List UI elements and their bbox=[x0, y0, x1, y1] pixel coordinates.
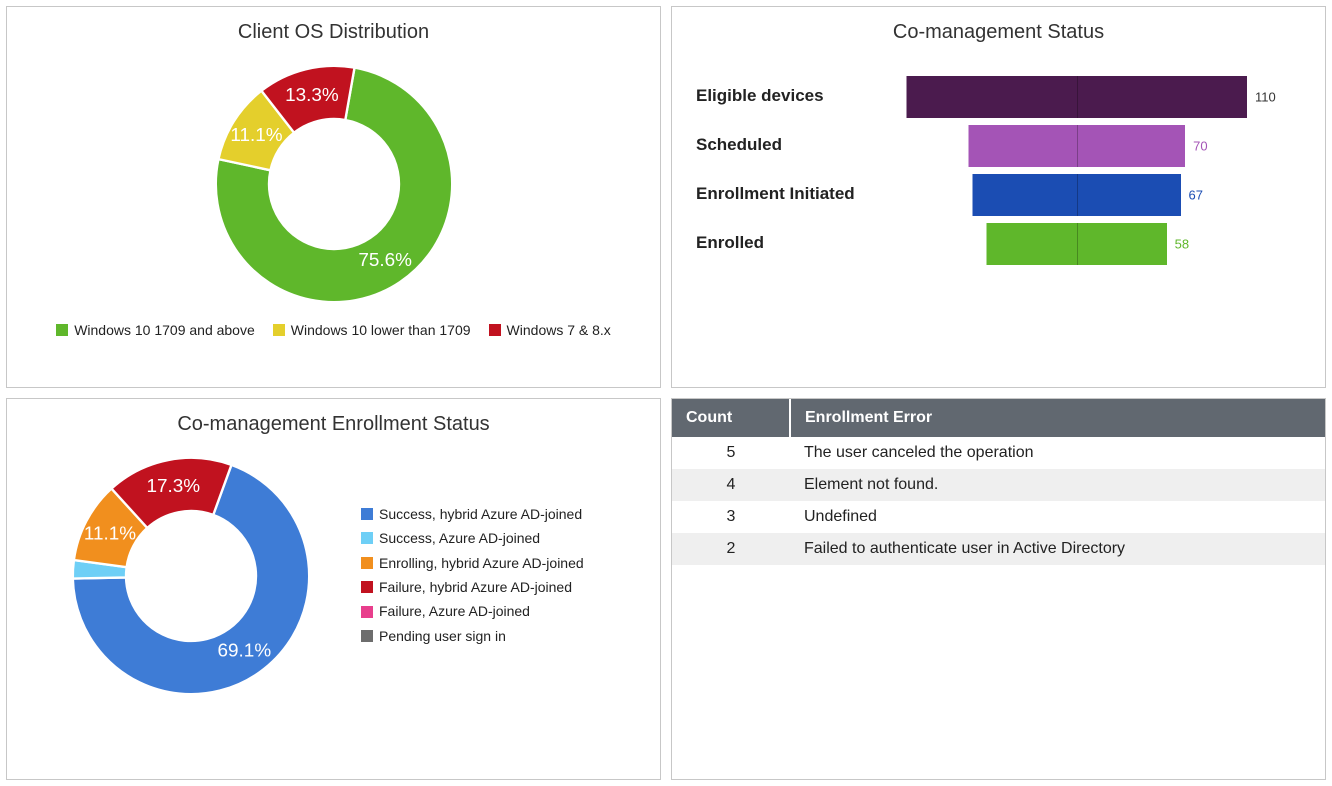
col-header-error: Enrollment Error bbox=[790, 399, 1325, 437]
legend-enroll: Success, hybrid Azure AD-joinedSuccess, … bbox=[361, 503, 584, 649]
tile-title: Co-management Enrollment Status bbox=[21, 413, 646, 436]
legend-label: Windows 10 lower than 1709 bbox=[291, 322, 471, 338]
funnel-value: 70 bbox=[1193, 138, 1207, 153]
tile-co-management-status: Co-management Status Eligible devices110… bbox=[671, 6, 1326, 388]
funnel-row[interactable]: Eligible devices110 bbox=[696, 74, 1301, 119]
slice-label: 11.1% bbox=[230, 125, 282, 146]
funnel-bar: 110 bbox=[906, 76, 1247, 118]
funnel-bar: 67 bbox=[972, 174, 1180, 216]
legend-label: Enrolling, hybrid Azure AD-joined bbox=[379, 552, 584, 574]
legend-swatch bbox=[361, 532, 373, 544]
cell-count: 3 bbox=[672, 501, 790, 533]
funnel-bar-zone: 70 bbox=[906, 125, 1301, 167]
funnel-chart: Eligible devices110Scheduled70Enrollment… bbox=[686, 74, 1311, 266]
funnel-value: 67 bbox=[1189, 187, 1203, 202]
funnel-bar-zone: 58 bbox=[906, 223, 1301, 265]
slice-label: 11.1% bbox=[84, 523, 136, 544]
funnel-label: Scheduled bbox=[696, 135, 906, 155]
legend-swatch bbox=[361, 630, 373, 642]
col-header-count: Count bbox=[672, 399, 790, 437]
funnel-value: 58 bbox=[1175, 236, 1189, 251]
legend-label: Pending user sign in bbox=[379, 625, 506, 647]
funnel-value: 110 bbox=[1255, 89, 1276, 104]
tile-enrollment-errors: Count Enrollment Error 5The user cancele… bbox=[671, 398, 1326, 780]
funnel-bar: 70 bbox=[968, 125, 1185, 167]
cell-error: Undefined bbox=[790, 501, 1325, 533]
legend-label: Success, Azure AD-joined bbox=[379, 527, 540, 549]
table-row[interactable]: 3Undefined bbox=[672, 501, 1325, 533]
legend-item[interactable]: Success, Azure AD-joined bbox=[361, 527, 584, 549]
cell-count: 5 bbox=[672, 437, 790, 469]
funnel-row[interactable]: Scheduled 70 bbox=[696, 123, 1301, 168]
legend-os: Windows 10 1709 and above Windows 10 lowe… bbox=[21, 322, 646, 338]
table-row[interactable]: 5The user canceled the operation bbox=[672, 437, 1325, 469]
dashboard: Client OS Distribution 75.6%11.1%13.3% W… bbox=[0, 0, 1332, 786]
legend-item[interactable]: Enrolling, hybrid Azure AD-joined bbox=[361, 552, 584, 574]
funnel-label: Enrollment Initiated bbox=[696, 184, 906, 204]
legend-label: Windows 7 & 8.x bbox=[507, 322, 611, 338]
legend-swatch bbox=[361, 606, 373, 618]
slice-label: 69.1% bbox=[218, 640, 272, 661]
donut-chart-os: 75.6% 11.1%13.3% bbox=[21, 54, 646, 314]
legend-swatch bbox=[489, 324, 501, 336]
funnel-row[interactable]: Enrolled 58 bbox=[696, 221, 1301, 266]
legend-item[interactable]: Windows 10 lower than 1709 bbox=[273, 322, 471, 338]
table-row[interactable]: 4Element not found. bbox=[672, 469, 1325, 501]
legend-swatch bbox=[56, 324, 68, 336]
cell-error: Failed to authenticate user in Active Di… bbox=[790, 533, 1325, 565]
tile-title: Co-management Status bbox=[686, 21, 1311, 44]
legend-swatch bbox=[361, 581, 373, 593]
legend-label: Failure, hybrid Azure AD-joined bbox=[379, 576, 572, 598]
legend-swatch bbox=[273, 324, 285, 336]
legend-label: Success, hybrid Azure AD-joined bbox=[379, 503, 582, 525]
table-row[interactable]: 2Failed to authenticate user in Active D… bbox=[672, 533, 1325, 565]
legend-item[interactable]: Pending user sign in bbox=[361, 625, 584, 647]
legend-label: Windows 10 1709 and above bbox=[74, 322, 255, 338]
cell-error: Element not found. bbox=[790, 469, 1325, 501]
legend-item[interactable]: Windows 7 & 8.x bbox=[489, 322, 611, 338]
funnel-bar-zone: 67 bbox=[906, 174, 1301, 216]
funnel-label: Enrolled bbox=[696, 233, 906, 253]
funnel-label: Eligible devices bbox=[696, 86, 906, 106]
slice-label: 13.3% bbox=[285, 85, 339, 106]
legend-swatch bbox=[361, 557, 373, 569]
funnel-row[interactable]: Enrollment Initiated 67 bbox=[696, 172, 1301, 217]
funnel-bar-zone: 110 bbox=[906, 76, 1301, 118]
tile-title: Client OS Distribution bbox=[21, 21, 646, 44]
legend-swatch bbox=[361, 508, 373, 520]
legend-item[interactable]: Failure, Azure AD-joined bbox=[361, 600, 584, 622]
cell-count: 2 bbox=[672, 533, 790, 565]
cell-count: 4 bbox=[672, 469, 790, 501]
tile-enrollment-status: Co-management Enrollment Status 69.1% 11.… bbox=[6, 398, 661, 780]
funnel-bar: 58 bbox=[986, 223, 1166, 265]
legend-item[interactable]: Success, hybrid Azure AD-joined bbox=[361, 503, 584, 525]
enrollment-error-table: Count Enrollment Error 5The user cancele… bbox=[672, 399, 1325, 565]
legend-label: Failure, Azure AD-joined bbox=[379, 600, 530, 622]
donut-chart-enroll: 69.1% 11.1% 17.3% Success, hybrid Azure AD… bbox=[21, 446, 646, 706]
tile-client-os-distribution: Client OS Distribution 75.6% 11.1%13.3% W… bbox=[6, 6, 661, 388]
legend-item[interactable]: Windows 10 1709 and above bbox=[56, 322, 255, 338]
cell-error: The user canceled the operation bbox=[790, 437, 1325, 469]
slice-label: 17.3% bbox=[147, 476, 201, 497]
legend-item[interactable]: Failure, hybrid Azure AD-joined bbox=[361, 576, 584, 598]
slice-label: 75.6% bbox=[358, 250, 412, 271]
